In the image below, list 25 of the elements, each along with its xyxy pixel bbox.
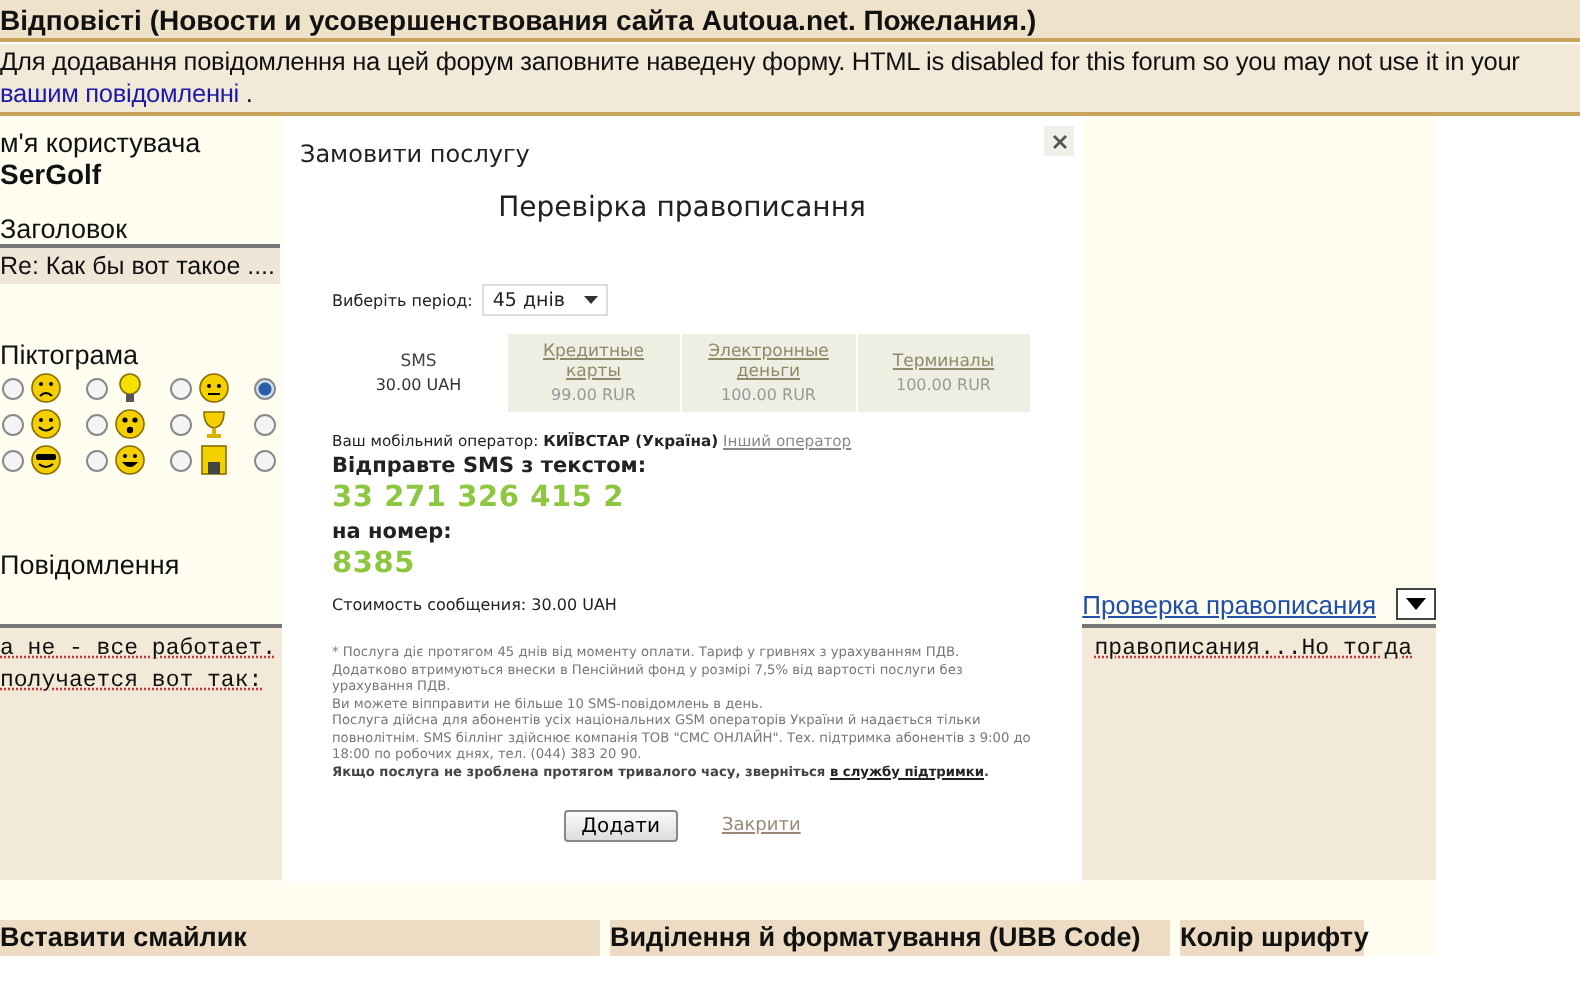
- number-label: на номер:: [332, 520, 454, 544]
- username: SerGolf: [0, 158, 102, 190]
- sms-code: 33 271 326 415 2: [332, 482, 627, 514]
- notice-text: Для додавання повідомлення на цей форум заповните наведену форму. HTML is disabled for this forum so you may not use it in your вашим повідомленні .: [0, 42, 1580, 116]
- send-label: Відправте SMS з текстом:: [332, 454, 649, 478]
- dialog-title: Замовити послугу: [300, 140, 530, 168]
- message-text: а не - все работает.: [0, 634, 277, 667]
- message-text: правописания...Но тогда: [1094, 634, 1412, 667]
- column-header: Вставити смайлик: [0, 920, 600, 956]
- subject-label: Заголовок: [0, 214, 127, 244]
- column-header: Колір шрифту: [1180, 920, 1364, 956]
- tab-price: 30.00 UAH: [375, 376, 462, 394]
- message-label: Повідомлення: [0, 550, 180, 580]
- tab-price: 100.00 RUR: [895, 376, 991, 394]
- message-text: получается вот так:: [0, 666, 263, 699]
- tab-price: 99.00 RUR: [551, 386, 636, 404]
- sms-number: 8385: [332, 548, 418, 580]
- forum-title-bar: Відповісті (Новости и усовершенствования сайта Autoua.net. Пожелания.): [0, 0, 1580, 42]
- pictogram-label: Піктограма: [0, 340, 139, 370]
- tab-price: 100.00 RUR: [720, 386, 816, 404]
- cost-text: Стоимость сообщения: 30.00 UAH: [332, 596, 619, 614]
- column-header: Виділення й форматування (UBB Code): [610, 920, 1170, 956]
- period-label: Виберіть період:: [332, 291, 473, 309]
- dialog-heading: Перевірка правописання: [498, 192, 866, 224]
- username-label: м'я користувача: [0, 128, 201, 158]
